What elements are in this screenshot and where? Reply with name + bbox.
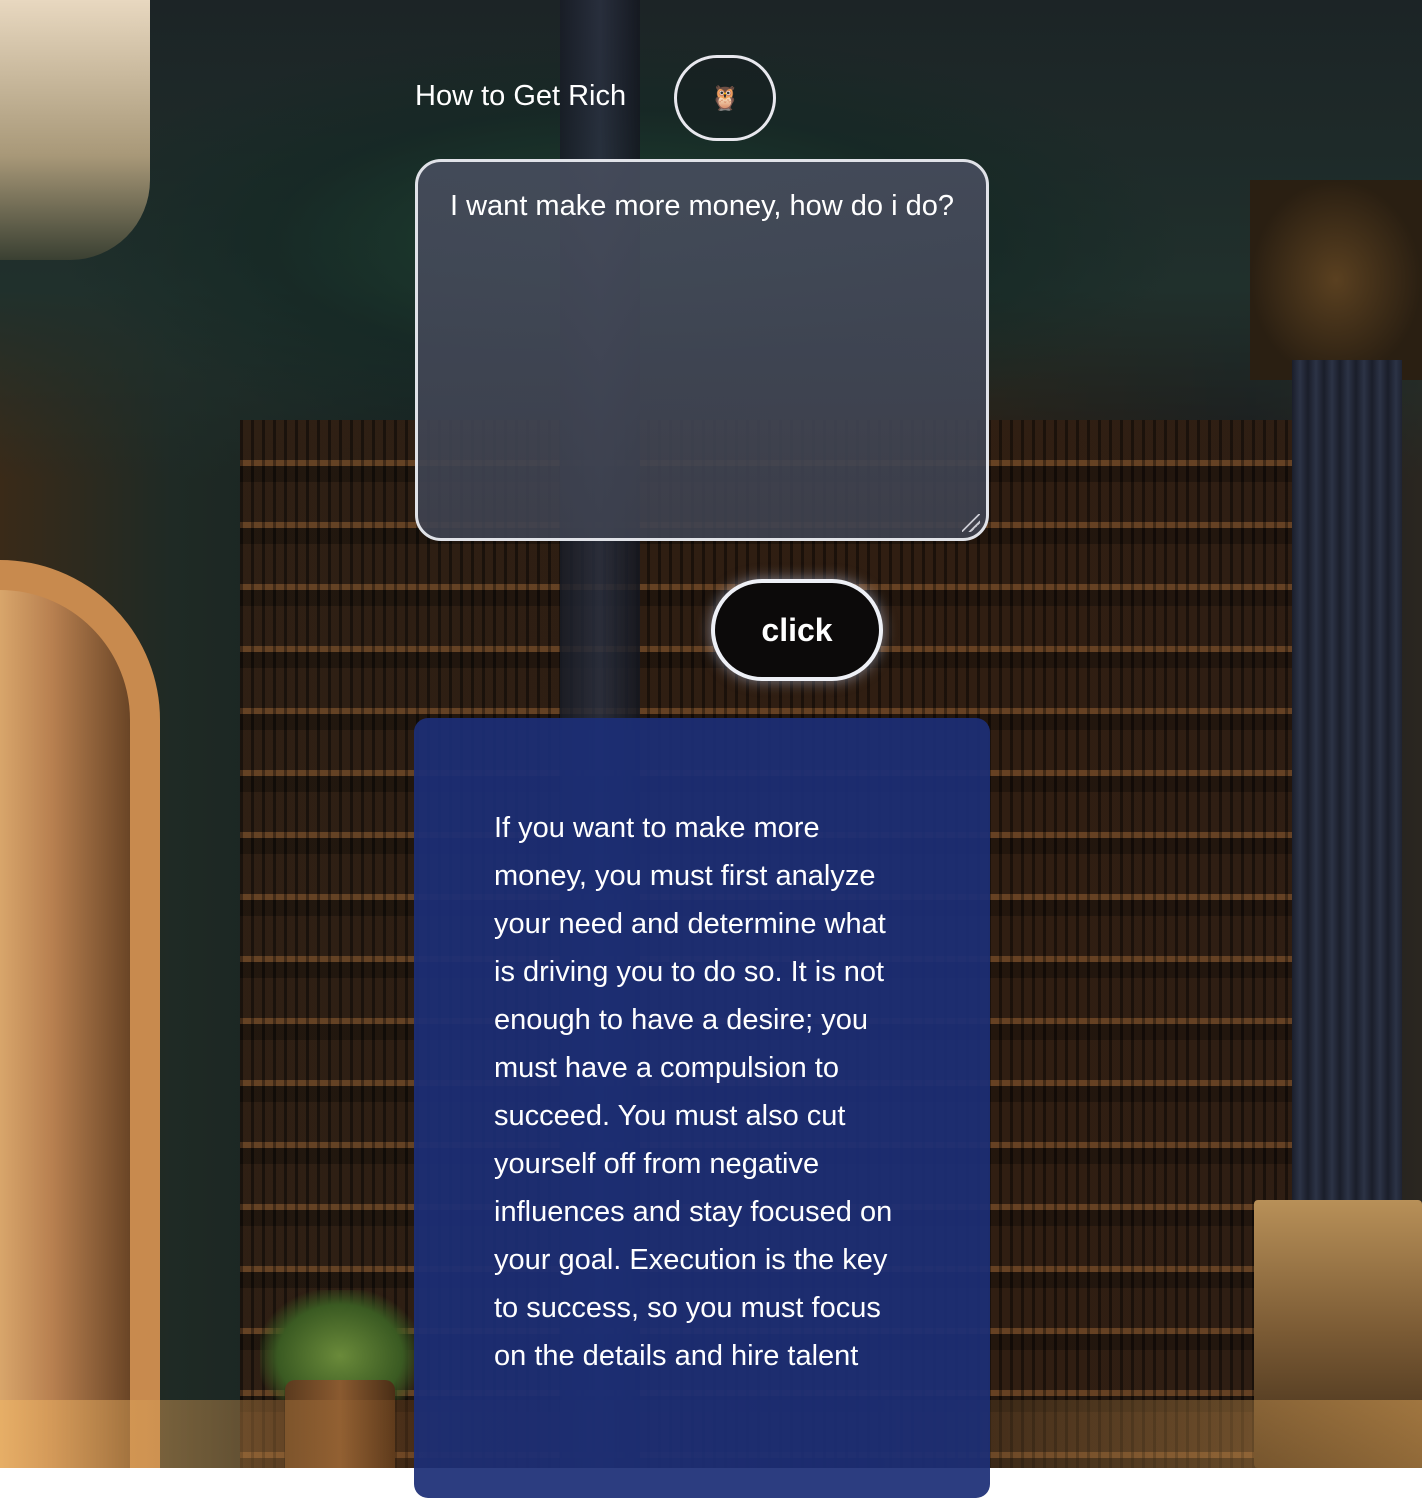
background-window bbox=[0, 0, 150, 260]
resize-handle-icon[interactable] bbox=[962, 514, 980, 532]
background-pillar-capital bbox=[1250, 180, 1422, 380]
answer-text: If you want to make more money, you must… bbox=[494, 812, 893, 1372]
owl-button[interactable]: 🦉 bbox=[674, 55, 776, 141]
background-arch bbox=[0, 560, 160, 1468]
owl-icon: 🦉 bbox=[710, 84, 740, 112]
page-title: How to Get Rich bbox=[415, 80, 627, 112]
prompt-textarea[interactable]: I want make more money, how do i do? bbox=[415, 159, 989, 541]
answer-card: If you want to make more money, you must… bbox=[414, 718, 990, 1498]
prompt-text: I want make more money, how do i do? bbox=[450, 190, 954, 222]
submit-button[interactable]: click bbox=[711, 579, 883, 681]
